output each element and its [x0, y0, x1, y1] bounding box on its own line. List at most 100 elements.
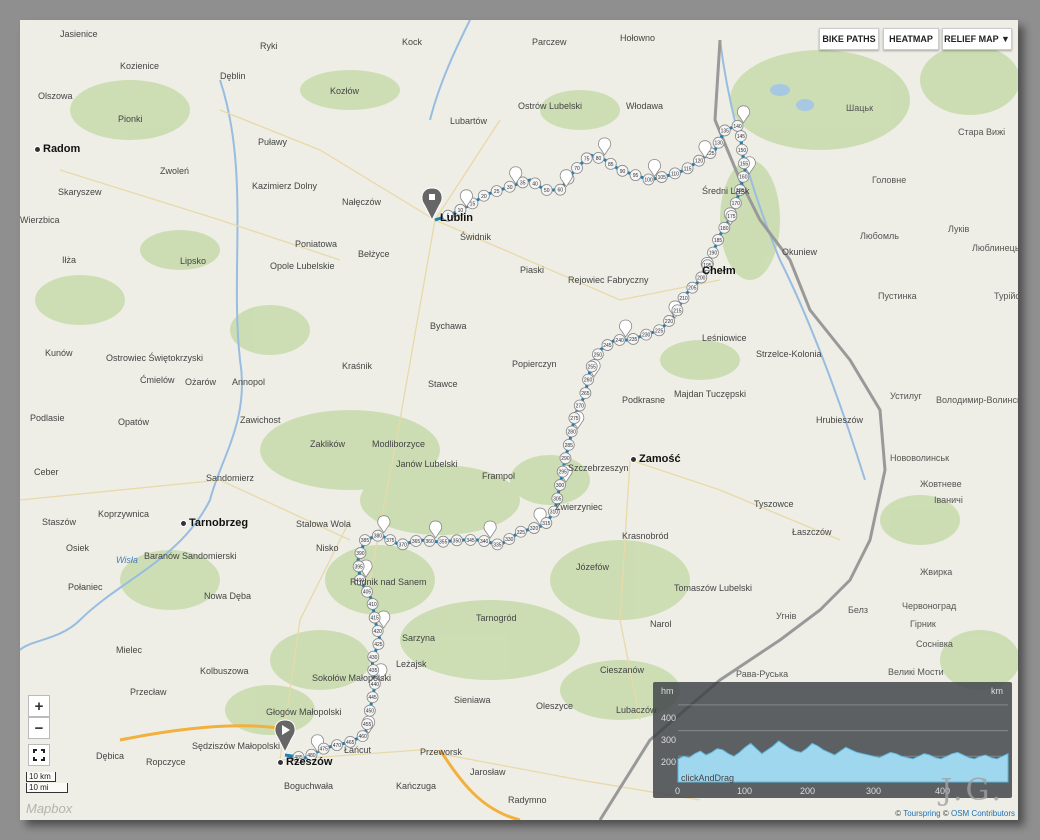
heatmap-button[interactable]: HEATMAP — [883, 28, 939, 50]
place-label: Ostrowiec Świętokrzyski — [106, 353, 204, 363]
map-frame: 485 480 475 470 465 460 455 450 445 440 435 430 425 4… — [20, 20, 1018, 820]
place-label: Janów Lubelski — [396, 459, 458, 469]
place-label: Leżajsk — [396, 659, 427, 669]
place-label-ua: Соснівка — [916, 639, 953, 649]
svg-text:380: 380 — [374, 534, 383, 540]
svg-text:185: 185 — [714, 238, 723, 244]
place-label: Podkrasne — [622, 395, 666, 405]
svg-text:300: 300 — [556, 483, 565, 489]
route-km-marker: 370 — [396, 538, 409, 551]
place-label: Sieniawa — [454, 695, 491, 705]
place-label-ua: Луків — [948, 224, 970, 234]
bike-paths-button[interactable]: BIKE PATHS — [819, 28, 879, 50]
place-label: Nowa Dęba — [204, 591, 252, 601]
route-km-marker: 260 — [582, 373, 594, 386]
place-label: Hrubieszów — [816, 415, 864, 425]
svg-text:110: 110 — [671, 171, 679, 177]
place-label: Przecław — [130, 687, 167, 697]
route-km-marker: 105 — [655, 171, 668, 183]
place-label-ua: Устилуг — [890, 391, 922, 401]
place-label: Włodawa — [626, 101, 664, 111]
scale-km: 10 km — [26, 772, 56, 782]
svg-text:150: 150 — [738, 148, 747, 154]
route-km-marker: 395 — [352, 560, 365, 573]
route-km-marker: 80 — [592, 151, 605, 164]
svg-text:60: 60 — [557, 188, 563, 194]
route-km-marker: 75 — [580, 152, 593, 165]
place-label-ua: Головне — [872, 175, 907, 185]
place-label: Józefów — [576, 562, 610, 572]
place-label: Popierczyn — [512, 359, 557, 369]
svg-text:120: 120 — [695, 159, 704, 165]
svg-text:220: 220 — [665, 319, 674, 325]
route-km-marker: 340 — [478, 535, 491, 547]
place-label: Hołowno — [620, 33, 656, 43]
svg-text:75: 75 — [584, 156, 590, 162]
route-km-marker: 100 — [642, 173, 655, 186]
place-label: Boguchwała — [284, 781, 334, 791]
zoom-in-button[interactable]: + — [28, 695, 50, 717]
svg-text:350: 350 — [453, 538, 462, 544]
place-label: Koprzywnica — [98, 509, 150, 519]
fullscreen-button[interactable] — [28, 744, 50, 766]
route-km-marker: 160 — [737, 170, 750, 183]
tourspring-link[interactable]: Tourspring — [903, 809, 940, 818]
svg-text:330: 330 — [505, 537, 514, 543]
place-label: Głogów Małopolski — [266, 707, 342, 717]
place-label: Kańczuga — [396, 781, 437, 791]
place-label-ua: Рава-Руська — [736, 669, 789, 679]
zoom-out-button[interactable]: − — [28, 717, 50, 739]
place-label: Radymno — [508, 795, 547, 805]
route-km-marker: 265 — [579, 387, 592, 399]
place-label: Jasienice — [60, 29, 98, 39]
svg-text:345: 345 — [466, 538, 475, 544]
svg-text:95: 95 — [633, 173, 639, 179]
place-label: Zwoleń — [160, 166, 190, 176]
place-label: Kolbuszowa — [200, 666, 249, 676]
place-label-ua: Нововолинськ — [890, 453, 950, 463]
route-km-marker: 455 — [361, 718, 374, 731]
svg-text:225: 225 — [655, 328, 664, 334]
place-label: Połaniec — [68, 582, 103, 592]
place-label: Łaszczów — [792, 527, 832, 537]
motorway-east — [438, 749, 521, 820]
svg-text:235: 235 — [629, 337, 638, 343]
place-label: Nałęczów — [342, 197, 382, 207]
place-label: Frampol — [482, 471, 516, 481]
city-label-radom: Radom — [34, 144, 80, 155]
route-km-marker: 390 — [354, 547, 367, 559]
route-km-marker: 180 — [718, 221, 731, 234]
route-km-marker: 270 — [573, 399, 586, 412]
route-km-marker: 380 — [371, 529, 384, 542]
relief-map-dropdown[interactable]: RELIEF MAP ▼ — [942, 28, 1012, 50]
route-km-marker: 460 — [356, 730, 369, 742]
place-label: Okuniew — [782, 247, 818, 257]
svg-text:135: 135 — [721, 128, 730, 134]
route-km-marker: 365 — [410, 535, 422, 547]
place-label: Lubartów — [450, 116, 488, 126]
svg-text:40: 40 — [532, 181, 538, 187]
svg-text:260: 260 — [584, 378, 593, 384]
route-km-marker: 330 — [503, 533, 516, 545]
place-label: Sarzyna — [402, 633, 436, 643]
place-label: Nisko — [316, 543, 339, 553]
place-label: Jarosław — [470, 767, 506, 777]
route-km-marker: 30 — [503, 180, 516, 193]
svg-text:70: 70 — [574, 166, 580, 172]
svg-text:290: 290 — [561, 456, 570, 462]
place-label-ua: Жовтневе — [920, 479, 962, 489]
svg-text:315: 315 — [542, 521, 551, 527]
place-label: Ćmielów — [140, 375, 175, 385]
place-label: Kozienice — [120, 61, 160, 71]
osm-link[interactable]: OSM Contributors — [951, 809, 1015, 818]
fullscreen-icon — [33, 749, 45, 761]
place-label: Świdnik — [460, 232, 492, 242]
place-label: Lubaczów — [616, 705, 657, 715]
place-label: Ostrów Lubelski — [518, 101, 583, 111]
svg-text:90: 90 — [620, 169, 626, 175]
place-label: Ożarów — [185, 377, 217, 387]
place-label: Ryki — [260, 41, 278, 51]
svg-text:285: 285 — [565, 443, 574, 449]
route-km-marker: 40 — [529, 177, 541, 190]
mapbox-logo[interactable]: Mapbox — [26, 801, 72, 816]
